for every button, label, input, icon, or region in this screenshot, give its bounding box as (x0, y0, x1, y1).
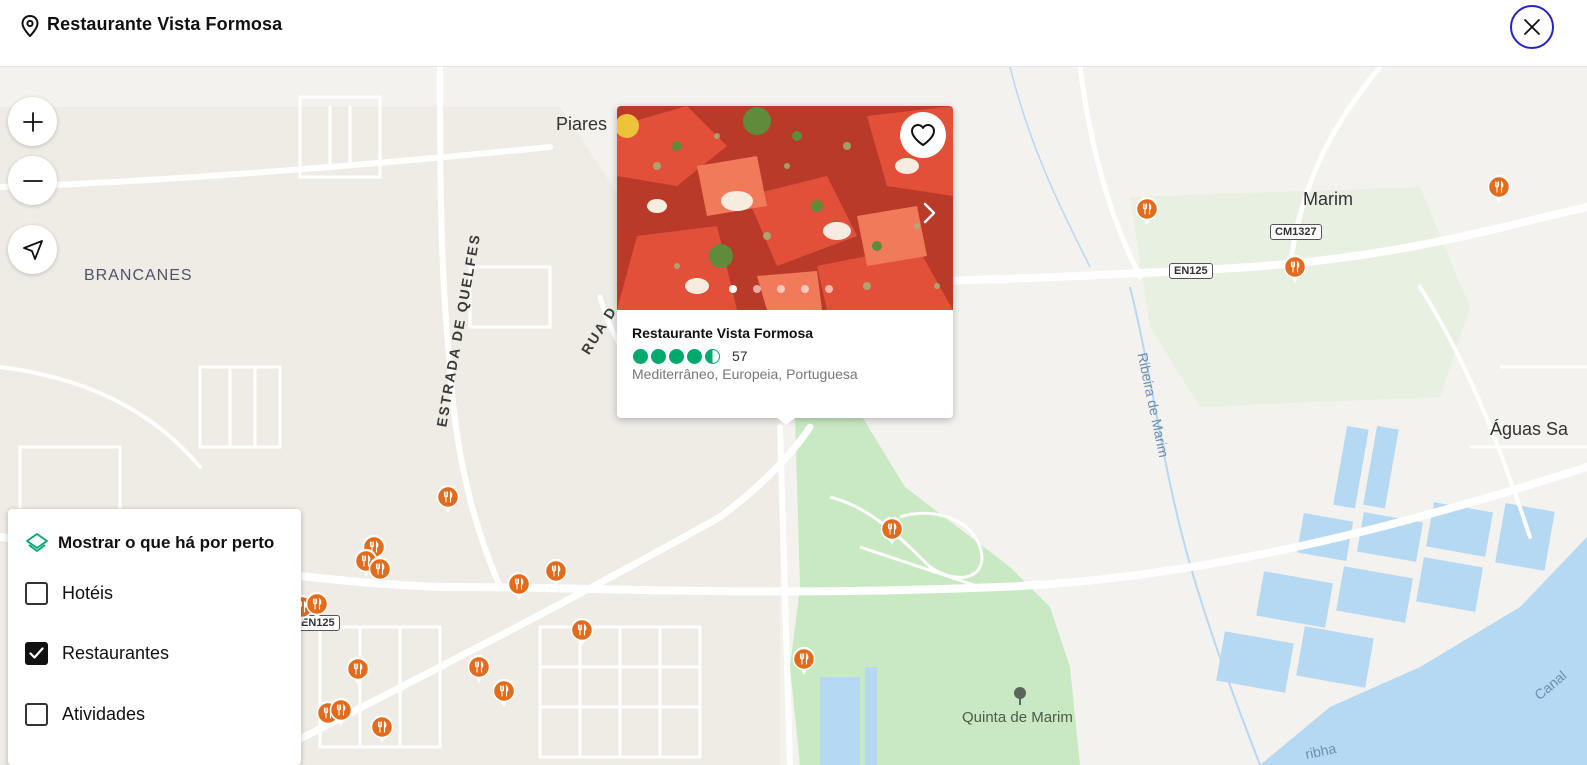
popup-pointer (770, 412, 802, 425)
restaurant-marker[interactable] (570, 617, 594, 647)
filter-restaurants[interactable]: Restaurantes (25, 642, 169, 665)
nearby-filter-panel: Mostrar o que há por perto Hotéis Restau… (8, 509, 301, 765)
photo-dot[interactable] (729, 285, 737, 293)
layers-icon (26, 533, 48, 552)
hotels-checkbox[interactable] (25, 582, 48, 605)
activities-checkbox[interactable] (25, 703, 48, 726)
fork-knife-icon (492, 678, 516, 707)
restaurant-marker[interactable] (792, 646, 816, 676)
nearby-filter-title: Mostrar o que há por perto (58, 533, 275, 552)
restaurant-marker[interactable] (436, 484, 460, 514)
place-label-quinta-de-marim: Quinta de Marim (962, 709, 1073, 726)
map-pin-icon (21, 15, 39, 37)
rating-bubbles: 57 (633, 348, 748, 364)
zoom-out-button[interactable] (8, 156, 57, 205)
fork-knife-icon (1283, 254, 1307, 283)
page-title: Restaurante Vista Formosa (47, 14, 283, 34)
fork-knife-icon (507, 571, 531, 600)
rating-bubble (633, 348, 648, 364)
zoom-in-button[interactable] (8, 97, 57, 146)
minus-icon (22, 179, 43, 182)
fork-knife-icon (436, 484, 460, 513)
restaurant-marker[interactable] (329, 697, 353, 727)
restaurant-marker[interactable] (305, 591, 329, 621)
restaurant-marker[interactable] (544, 558, 568, 588)
photo-dot[interactable] (753, 285, 761, 293)
map[interactable]: Piares BRANCANES Marim Águas Sa Quinta d… (0, 67, 1587, 765)
fork-knife-icon (1135, 196, 1159, 225)
photo-pagination-dots (729, 285, 833, 293)
top-bar: Restaurante Vista Formosa (0, 0, 1587, 67)
fork-knife-icon (1487, 174, 1511, 203)
cuisine-list: Mediterrâneo, Europeia, Portuguesa (632, 366, 858, 382)
fork-knife-icon (570, 617, 594, 646)
fork-knife-icon (792, 646, 816, 675)
place-label-piares: Piares (556, 114, 608, 134)
rating-bubble (705, 348, 720, 364)
restaurant-popup-card[interactable]: Restaurante Vista Formosa 57 Mediterrâne… (617, 106, 953, 425)
restaurant-marker[interactable] (1135, 196, 1159, 226)
restaurant-marker[interactable] (880, 516, 904, 546)
restaurant-marker[interactable] (370, 714, 394, 744)
restaurant-marker[interactable] (507, 571, 531, 601)
fork-knife-icon (370, 714, 394, 743)
road-badge-cm1327: CM1327 (1270, 224, 1322, 240)
plus-icon (22, 111, 43, 132)
favorite-button[interactable] (900, 112, 946, 158)
restaurants-checkbox[interactable] (25, 642, 48, 665)
locate-me-button[interactable] (8, 225, 57, 274)
fork-knife-icon (329, 697, 353, 726)
photo-dot[interactable] (801, 285, 809, 293)
filter-activities[interactable]: Atividades (25, 703, 145, 726)
fork-knife-icon (346, 656, 370, 685)
photo-dot[interactable] (777, 285, 785, 293)
place-label-marim: Marim (1303, 189, 1353, 209)
rating-bubble (687, 348, 702, 364)
rating-bubble (651, 348, 666, 364)
restaurant-marker[interactable] (1487, 174, 1511, 204)
fork-knife-icon (544, 558, 568, 587)
heart-icon (911, 124, 935, 146)
restaurant-marker[interactable] (346, 656, 370, 686)
restaurant-marker[interactable] (1283, 254, 1307, 284)
road-badge-en125: EN125 (1169, 263, 1213, 279)
activities-label: Atividades (62, 704, 146, 724)
restaurants-label: Restaurantes (62, 643, 170, 663)
fork-knife-icon (880, 516, 904, 545)
nearby-filter-header: Mostrar o que há por perto (25, 531, 274, 555)
photo-dot[interactable] (825, 285, 833, 293)
close-button[interactable] (1510, 5, 1554, 49)
restaurant-marker[interactable] (492, 678, 516, 708)
restaurant-marker[interactable] (467, 654, 491, 684)
chevron-right-icon[interactable] (917, 201, 941, 225)
navigation-arrow-icon (22, 239, 43, 260)
fork-knife-icon (368, 556, 392, 585)
restaurant-name[interactable]: Restaurante Vista Formosa (632, 325, 813, 341)
hotels-label: Hotéis (62, 583, 114, 603)
rating-bubble (669, 348, 684, 364)
place-label-aguas: Águas Sa (1490, 419, 1569, 439)
filter-hotels[interactable]: Hotéis (25, 582, 113, 605)
review-count: 57 (732, 348, 748, 364)
fork-knife-icon (467, 654, 491, 683)
place-label-brancanes: BRANCANES (84, 267, 193, 284)
close-icon (1524, 19, 1540, 35)
restaurant-marker[interactable] (368, 556, 392, 586)
fork-knife-icon (305, 591, 329, 620)
